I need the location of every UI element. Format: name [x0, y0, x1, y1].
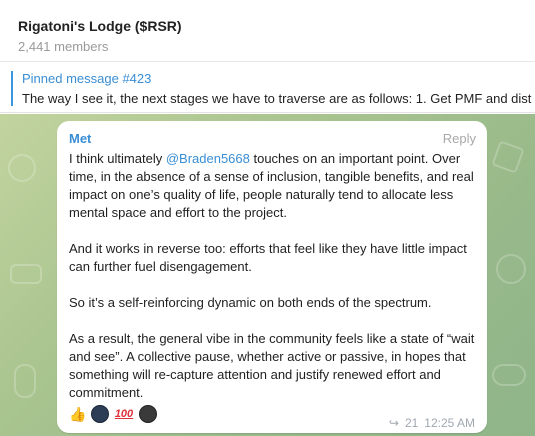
message-paragraph: And it works in reverse too: efforts tha… [69, 241, 467, 274]
message-body: I think ultimately @Braden5668 touches o… [69, 150, 479, 402]
pinned-message-title[interactable]: Pinned message #423 [22, 71, 151, 86]
doodle-icon [14, 364, 36, 398]
message-author[interactable]: Met [69, 131, 91, 146]
reactions-row: 👍 100 [69, 404, 157, 424]
avatar-icon[interactable] [139, 405, 157, 423]
message-paragraph: I think ultimately @Braden5668 touches o… [69, 150, 479, 222]
thumbs-up-icon[interactable]: 👍 [69, 405, 87, 423]
chat-header[interactable]: Rigatoni's Lodge ($RSR) 2,441 members [0, 0, 535, 62]
doodle-icon [492, 364, 526, 386]
doodle-icon [491, 140, 525, 174]
message-bubble[interactable]: Met Reply I think ultimately @Braden5668… [57, 121, 487, 433]
forward-icon[interactable]: ↪ [389, 416, 399, 430]
doodle-icon [10, 264, 42, 284]
message-paragraph: So it’s a self-reinforcing dynamic on bo… [69, 295, 432, 310]
message-meta: ↪ 21 12:25 AM [389, 416, 475, 430]
hundred-points-icon[interactable]: 100 [113, 405, 135, 423]
pinned-message-bar[interactable]: Pinned message #423 The way I see it, th… [0, 63, 535, 113]
pinned-message-text[interactable]: The way I see it, the next stages we hav… [22, 91, 531, 106]
chat-title[interactable]: Rigatoni's Lodge ($RSR) [18, 18, 182, 34]
member-count: 2,441 members [18, 39, 109, 54]
pinned-accent-bar [11, 71, 13, 106]
message-text: I think ultimately [69, 151, 166, 166]
user-mention-link[interactable]: @Braden5668 [166, 151, 250, 166]
avatar-icon[interactable] [91, 405, 109, 423]
reply-button[interactable]: Reply [443, 131, 476, 146]
doodle-icon [8, 154, 36, 182]
doodle-icon [496, 254, 526, 284]
view-count: 21 [404, 416, 419, 430]
message-paragraph: As a result, the general vibe in the com… [69, 331, 475, 400]
message-time: 12:25 AM [424, 416, 475, 430]
